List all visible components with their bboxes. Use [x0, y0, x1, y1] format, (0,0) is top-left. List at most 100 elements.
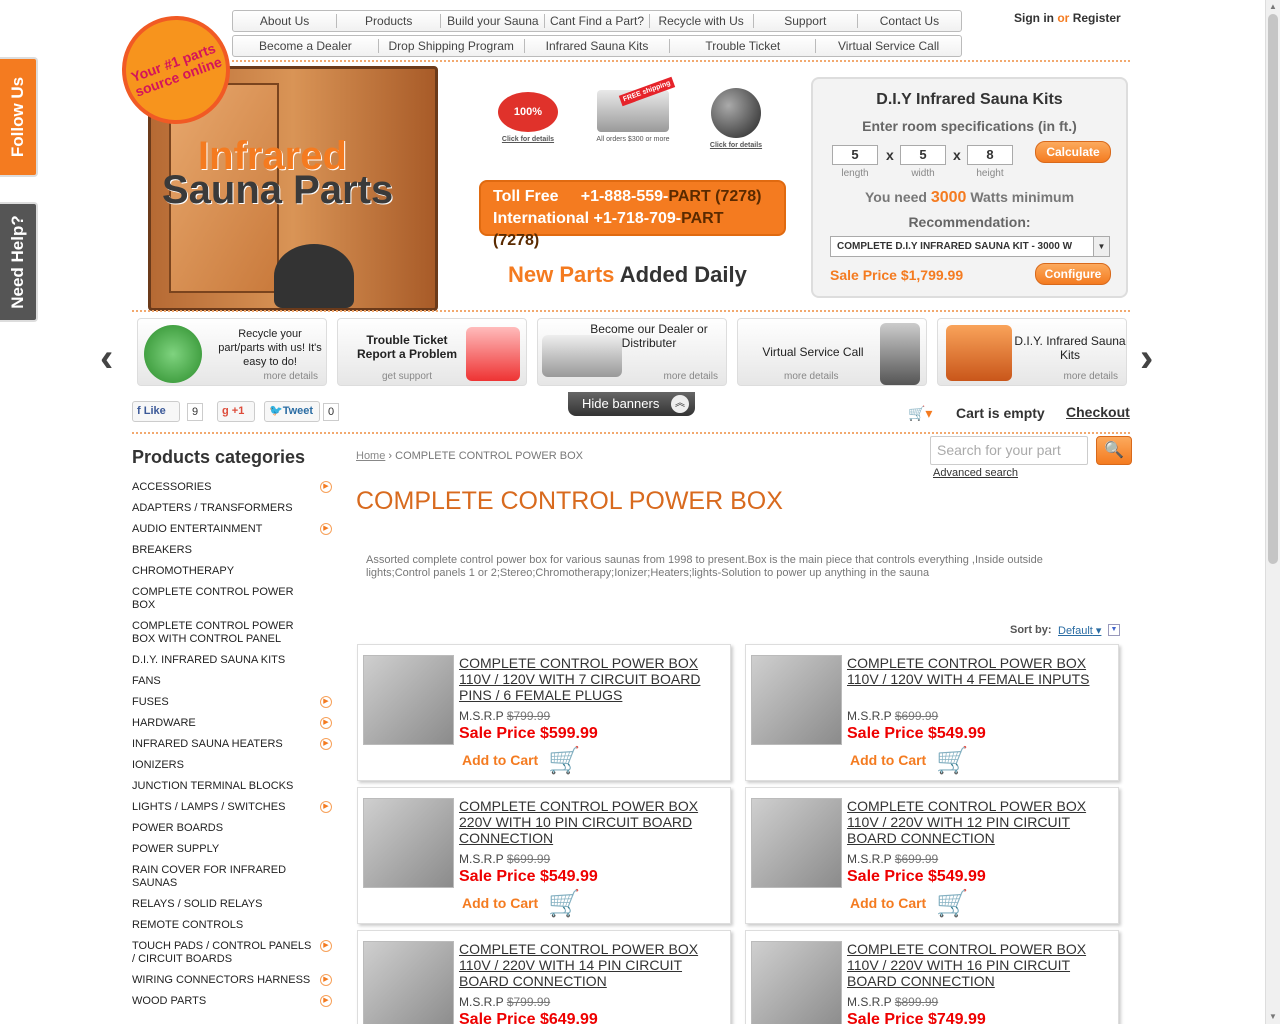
site-logo[interactable]: Your #1 parts source online Infrared Sau…: [106, 0, 452, 312]
product-image[interactable]: [363, 655, 454, 745]
nav-trouble-ticket[interactable]: Trouble Ticket: [670, 39, 817, 53]
follow-us-tab[interactable]: Follow Us: [0, 57, 38, 177]
nav-sauna-kits[interactable]: Infrared Sauna Kits: [525, 39, 671, 53]
height-input[interactable]: 8: [967, 145, 1013, 165]
category-item[interactable]: WIRING CONNECTORS HARNESS ▶: [132, 974, 332, 987]
category-item[interactable]: RELAYS / SOLID RELAYS: [132, 898, 332, 911]
category-item[interactable]: FUSES ▶: [132, 696, 332, 709]
cart-icon[interactable]: 🛒: [548, 747, 580, 773]
nav-support[interactable]: Support: [754, 14, 858, 28]
category-item[interactable]: ACCESSORIES ▶: [132, 481, 332, 494]
expand-arrow-icon[interactable]: ▶: [320, 801, 332, 813]
add-to-cart-button[interactable]: Add to Cart: [850, 752, 926, 768]
tweet-button[interactable]: 🐦Tweet: [264, 401, 320, 422]
cart-icon[interactable]: 🛒: [936, 890, 968, 916]
expand-arrow-icon[interactable]: ▶: [320, 481, 332, 493]
category-item[interactable]: D.I.Y. INFRARED SAUNA KITS: [132, 654, 332, 667]
product-name-link[interactable]: COMPLETE CONTROL POWER BOX 220V WITH 10 …: [459, 798, 719, 846]
nav-recycle[interactable]: Recycle with Us: [650, 14, 754, 28]
expand-arrow-icon[interactable]: ▶: [320, 696, 332, 708]
category-item[interactable]: POWER SUPPLY: [132, 843, 332, 856]
product-name-link[interactable]: COMPLETE CONTROL POWER BOX 110V / 220V W…: [847, 798, 1107, 846]
breadcrumb-home[interactable]: Home: [356, 450, 385, 462]
search-button[interactable]: 🔍: [1096, 436, 1132, 465]
cart-icon[interactable]: 🛒: [936, 747, 968, 773]
nav-cant-find-part[interactable]: Cant Find a Part?: [545, 14, 650, 28]
category-item[interactable]: COMPLETE CONTROL POWER BOX WITH CONTROL …: [132, 620, 332, 646]
category-label: ACCESSORIES: [132, 481, 212, 493]
expand-arrow-icon[interactable]: ▶: [320, 940, 332, 952]
width-input[interactable]: 5: [900, 145, 946, 165]
facebook-like-button[interactable]: f Like: [132, 401, 180, 422]
length-input[interactable]: 5: [832, 145, 878, 165]
category-item[interactable]: COMPLETE CONTROL POWER BOX: [132, 586, 332, 612]
kit-select[interactable]: COMPLETE D.I.Y INFRARED SAUNA KIT - 3000…: [830, 236, 1110, 257]
sort-direction-icon[interactable]: ▼: [1108, 624, 1120, 636]
product-image[interactable]: [363, 798, 454, 888]
google-plus-button[interactable]: g +1: [217, 401, 255, 422]
need-help-tab[interactable]: Need Help?: [0, 202, 38, 322]
expand-arrow-icon[interactable]: ▶: [320, 995, 332, 1007]
category-item[interactable]: AUDIO ENTERTAINMENT ▶: [132, 523, 332, 536]
nav-contact-us[interactable]: Contact Us: [858, 14, 961, 28]
nav-virtual-service[interactable]: Virtual Service Call: [816, 39, 961, 53]
advanced-search-link[interactable]: Advanced search: [933, 467, 1018, 479]
banner-diy-kits[interactable]: D.I.Y. Infrared Sauna Kits more details: [937, 318, 1127, 386]
guarantee-badge[interactable]: 100% Click for details: [492, 92, 564, 143]
category-item[interactable]: REMOTE CONTROLS: [132, 919, 332, 932]
free-shipping-badge[interactable]: FREE shipping All orders $300 or more: [590, 76, 676, 143]
banner-trouble-ticket[interactable]: Trouble Ticket Report a Problem get supp…: [337, 318, 527, 386]
expand-arrow-icon[interactable]: ▶: [320, 974, 332, 986]
sort-select[interactable]: Default ▾: [1058, 624, 1101, 637]
product-image[interactable]: [363, 941, 454, 1024]
add-to-cart-button[interactable]: Add to Cart: [850, 895, 926, 911]
banner-dealer[interactable]: Become our Dealer or Distributer more de…: [537, 318, 727, 386]
add-to-cart-button[interactable]: Add to Cart: [462, 752, 538, 768]
sign-in-link[interactable]: Sign in: [1014, 11, 1054, 25]
product-image[interactable]: [751, 655, 842, 745]
configure-button[interactable]: Configure: [1035, 263, 1111, 285]
banner-prev-icon[interactable]: ‹: [100, 336, 113, 381]
search-input[interactable]: Search for your part: [930, 436, 1088, 465]
category-item[interactable]: ADAPTERS / TRANSFORMERS: [132, 502, 332, 515]
category-item[interactable]: TOUCH PADS / CONTROL PANELS / CIRCUIT BO…: [132, 940, 332, 966]
nav-build-sauna[interactable]: Build your Sauna: [441, 14, 546, 28]
category-item[interactable]: INFRARED SAUNA HEATERS ▶: [132, 738, 332, 751]
expand-arrow-icon[interactable]: ▶: [320, 717, 332, 729]
category-item[interactable]: RAIN COVER FOR INFRARED SAUNAS: [132, 864, 332, 890]
category-item[interactable]: JUNCTION TERMINAL BLOCKS: [132, 780, 332, 793]
add-to-cart-button[interactable]: Add to Cart: [462, 895, 538, 911]
guarantee-caption[interactable]: Click for details: [502, 136, 554, 143]
scrollbar-thumb[interactable]: [1268, 14, 1278, 564]
register-link[interactable]: Register: [1073, 11, 1121, 25]
product-image[interactable]: [751, 798, 842, 888]
expand-arrow-icon[interactable]: ▶: [320, 523, 332, 535]
scroll-down-icon[interactable]: ▼: [1268, 1012, 1278, 1022]
product-image[interactable]: [751, 941, 842, 1024]
scrollbar[interactable]: ▲ ▼: [1265, 0, 1280, 1024]
banner-recycle[interactable]: Recycle your part/parts with us! It's ea…: [137, 318, 327, 386]
category-item[interactable]: POWER BOARDS: [132, 822, 332, 835]
category-item[interactable]: LIGHTS / LAMPS / SWITCHES ▶: [132, 801, 332, 814]
cart-icon[interactable]: 🛒▾: [908, 405, 932, 422]
checkout-link[interactable]: Checkout: [1066, 404, 1130, 420]
category-item[interactable]: WOOD PARTS ▶: [132, 995, 332, 1008]
cart-icon[interactable]: 🛒: [548, 890, 580, 916]
product-name-link[interactable]: COMPLETE CONTROL POWER BOX 110V / 120V W…: [847, 655, 1107, 687]
category-item[interactable]: CHROMOTHERAPY: [132, 565, 332, 578]
worldwide-badge[interactable]: Click for details: [686, 88, 786, 149]
banner-next-icon[interactable]: ›: [1140, 336, 1153, 381]
category-item[interactable]: HARDWARE ▶: [132, 717, 332, 730]
product-name-link[interactable]: COMPLETE CONTROL POWER BOX 110V / 220V W…: [459, 941, 719, 989]
product-name-link[interactable]: COMPLETE CONTROL POWER BOX 110V / 120V W…: [459, 655, 719, 703]
category-item[interactable]: FANS: [132, 675, 332, 688]
product-name-link[interactable]: COMPLETE CONTROL POWER BOX 110V / 220V W…: [847, 941, 1107, 989]
worldwide-caption[interactable]: Click for details: [710, 142, 762, 149]
category-item[interactable]: IONIZERS: [132, 759, 332, 772]
calculate-button[interactable]: Calculate: [1035, 141, 1111, 163]
category-item[interactable]: BREAKERS: [132, 544, 332, 557]
banner-virtual-service[interactable]: Virtual Service Call more details: [737, 318, 927, 386]
hide-banners-button[interactable]: Hide banners ︽: [568, 392, 695, 416]
scroll-up-icon[interactable]: ▲: [1268, 2, 1278, 12]
expand-arrow-icon[interactable]: ▶: [320, 738, 332, 750]
